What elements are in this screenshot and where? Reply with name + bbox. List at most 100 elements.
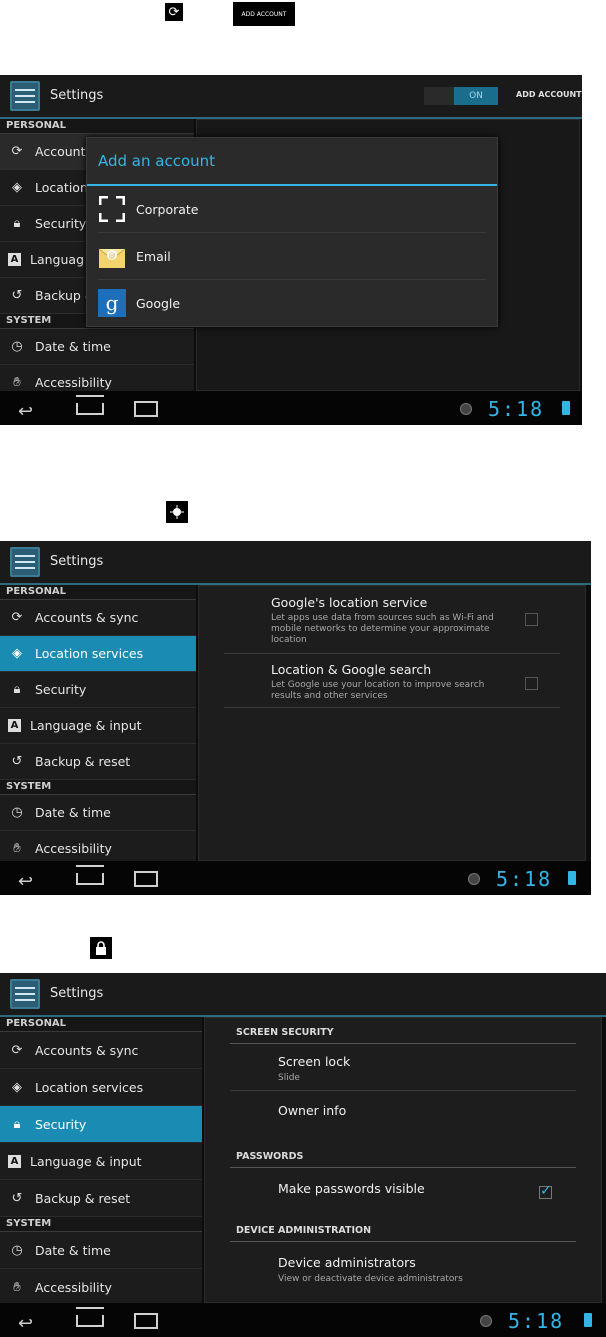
- recent-apps-icon[interactable]: [134, 871, 158, 887]
- section-system: SYSTEM: [0, 780, 196, 795]
- language-icon: A: [8, 719, 21, 732]
- toggle-on-label: ON: [454, 87, 498, 105]
- screenshot-location-services: Settings PERSONAL ⟳ Accounts & sync ◈ Loca…: [0, 541, 591, 895]
- settings-sidebar: PERSONAL ⟳ Accounts & sync ◈ Location serv…: [0, 585, 196, 867]
- action-bar: Settings ON ADD ACCOUNT: [0, 75, 582, 119]
- location-icon: ◈: [12, 1079, 22, 1095]
- back-icon[interactable]: ↩: [18, 871, 33, 892]
- section-personal: PERSONAL: [0, 1017, 202, 1032]
- location-icon: ◈: [12, 646, 22, 661]
- add-account-icon: ADD ACCOUNT: [233, 2, 295, 26]
- clock-icon: ◷: [11, 1242, 23, 1258]
- sidebar-item-backup[interactable]: ↺ Backup & reset: [0, 744, 196, 780]
- category-passwords: PASSWORDS: [236, 1151, 304, 1162]
- action-bar: Settings: [0, 541, 591, 585]
- email-icon: @: [98, 242, 126, 270]
- location-icon: [166, 501, 188, 523]
- battery-icon: [562, 401, 570, 415]
- back-icon[interactable]: ↩: [18, 401, 33, 422]
- pref-device-admins[interactable]: Device administrators View or deactivate…: [205, 1242, 601, 1288]
- content-pane: Google's location service Let apps use d…: [198, 585, 586, 861]
- category-device-admin: DEVICE ADMINISTRATION: [236, 1225, 372, 1236]
- sync-icon: ⟳: [11, 610, 23, 625]
- sync-icon: ⟳: [11, 144, 23, 159]
- sidebar-item-language[interactable]: A Language & input: [0, 1143, 202, 1180]
- language-icon: A: [8, 253, 21, 266]
- screenshot-add-account: Settings ON ADD ACCOUNT PERSONAL ⟳ Accoun…: [0, 75, 582, 425]
- system-nav-bar: ↩ 5:18: [0, 391, 582, 425]
- recent-apps-icon[interactable]: [134, 1313, 158, 1329]
- battery-icon: [568, 871, 576, 885]
- notification-icon: [468, 873, 480, 885]
- sidebar-item-backup[interactable]: ↺ Backup & reset: [0, 1180, 202, 1217]
- option-email[interactable]: @ Email: [98, 233, 486, 280]
- option-corporate[interactable]: Corporate: [98, 186, 486, 233]
- sidebar-item-accounts[interactable]: ⟳ Accounts & sync: [0, 600, 196, 636]
- sidebar-item-accounts[interactable]: ⟳ Accounts & sync: [0, 1032, 202, 1069]
- system-nav-bar: ↩ 5:18: [0, 1303, 606, 1337]
- notification-icon: [460, 403, 472, 415]
- clock: 5:18: [488, 397, 545, 421]
- hand-icon: ✋︎: [13, 375, 21, 390]
- home-icon[interactable]: [76, 403, 104, 415]
- location-search-checkbox[interactable]: [525, 677, 538, 690]
- action-bar: Settings: [0, 973, 606, 1017]
- clock-icon: ◷: [11, 339, 23, 354]
- settings-app-icon[interactable]: [10, 547, 40, 577]
- google-icon: g: [98, 289, 126, 317]
- pref-passwords-visible[interactable]: Make passwords visible: [205, 1168, 601, 1214]
- sidebar-item-location[interactable]: ◈ Location services: [0, 1069, 202, 1106]
- sidebar-item-location[interactable]: ◈ Location services: [0, 636, 196, 672]
- section-personal: PERSONAL: [0, 119, 194, 134]
- master-sync-toggle[interactable]: ON: [424, 87, 498, 105]
- section-personal: PERSONAL: [0, 585, 196, 600]
- backup-icon: ↺: [11, 754, 23, 769]
- pref-owner-info[interactable]: Owner info: [205, 1091, 601, 1135]
- screenshot-security: Settings PERSONAL ⟳ Accounts & sync ◈ Loca…: [0, 973, 606, 1337]
- pref-screen-lock[interactable]: Screen lock Slide: [205, 1044, 601, 1090]
- notification-icon: [480, 1315, 492, 1327]
- lock-icon: 🔒︎: [13, 216, 21, 231]
- settings-app-icon[interactable]: [10, 979, 40, 1009]
- hand-icon: ✋︎: [13, 841, 21, 856]
- back-icon[interactable]: ↩: [18, 1313, 33, 1334]
- system-nav-bar: ↩ 5:18: [0, 861, 591, 895]
- content-pane: SCREEN SECURITY Screen lock Slide Owner …: [204, 1017, 602, 1303]
- hand-icon: ✋︎: [13, 1279, 21, 1295]
- corporate-icon: [98, 195, 126, 223]
- app-title: Settings: [50, 986, 104, 1001]
- sidebar-item-language[interactable]: A Language & input: [0, 708, 196, 744]
- sidebar-item-accessibility[interactable]: ✋︎ Accessibility: [0, 1269, 202, 1306]
- google-location-checkbox[interactable]: [525, 613, 538, 626]
- sync-icon: ⟳: [165, 3, 183, 21]
- home-icon[interactable]: [76, 1315, 104, 1327]
- sidebar-item-security[interactable]: 🔒︎ Security: [0, 1106, 202, 1143]
- svg-text:@: @: [109, 252, 116, 260]
- backup-icon: ↺: [11, 288, 23, 303]
- sidebar-item-datetime[interactable]: ◷ Date & time: [0, 795, 196, 831]
- recent-apps-icon[interactable]: [134, 401, 158, 417]
- clock: 5:18: [508, 1309, 565, 1333]
- lock-icon: 🔒︎: [13, 1116, 21, 1132]
- clock-icon: ◷: [11, 805, 23, 820]
- lock-icon: [90, 937, 112, 959]
- location-icon: ◈: [12, 180, 22, 195]
- pref-google-location[interactable]: Google's location service Let apps use d…: [199, 586, 585, 652]
- passwords-visible-checkbox[interactable]: [539, 1183, 552, 1199]
- section-system: SYSTEM: [0, 1217, 202, 1232]
- app-title: Settings: [50, 554, 104, 569]
- sidebar-item-datetime[interactable]: ◷ Date & time: [0, 329, 194, 365]
- settings-app-icon[interactable]: [10, 81, 40, 111]
- home-icon[interactable]: [76, 873, 104, 885]
- clock: 5:18: [496, 867, 553, 891]
- pref-location-search[interactable]: Location & Google search Let Google use …: [199, 654, 585, 706]
- backup-icon: ↺: [11, 1190, 23, 1206]
- add-account-button[interactable]: ADD ACCOUNT: [516, 90, 582, 99]
- settings-sidebar: PERSONAL ⟳ Accounts & sync ◈ Location serv…: [0, 1017, 202, 1306]
- dialog-title: Add an account: [87, 138, 497, 186]
- language-icon: A: [8, 1154, 21, 1168]
- sidebar-item-datetime[interactable]: ◷ Date & time: [0, 1232, 202, 1269]
- app-title: Settings: [50, 88, 104, 103]
- sidebar-item-security[interactable]: 🔒︎ Security: [0, 672, 196, 708]
- option-google[interactable]: g Google: [98, 280, 486, 326]
